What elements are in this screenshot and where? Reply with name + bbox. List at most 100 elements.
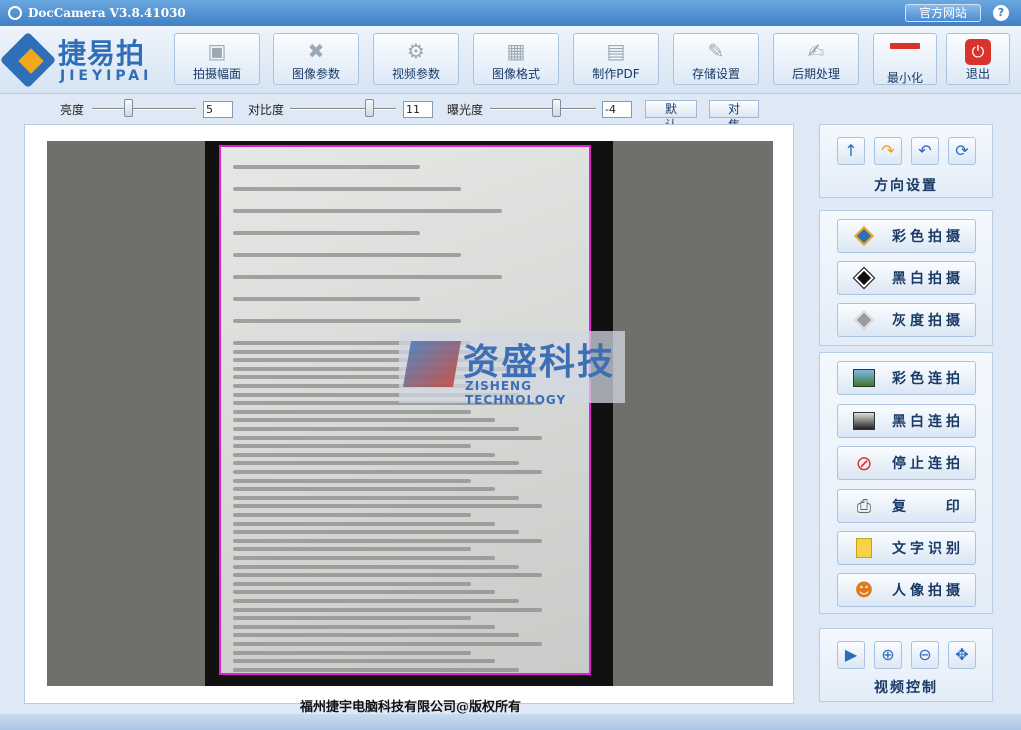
minimize-button[interactable]: 最小化 xyxy=(873,33,937,85)
document-text-line xyxy=(233,573,543,578)
document-text-line xyxy=(233,642,543,646)
video-params-label: 视频参数 xyxy=(391,67,440,81)
help-icon[interactable]: ? xyxy=(993,5,1009,21)
storage-settings-button[interactable]: ✎ 存储设置 xyxy=(673,33,759,85)
document-text-line xyxy=(233,319,461,323)
storage-icon: ✎ xyxy=(707,39,725,63)
make-pdf-button[interactable]: ▤ 制作PDF xyxy=(573,33,659,85)
contrast-slider[interactable] xyxy=(290,108,396,110)
exit-label: 退出 xyxy=(965,67,990,81)
camera-preview-panel: 资盛科技 ZISHENG TECHNOLOGY xyxy=(24,124,794,704)
copy-label: 复 印 xyxy=(892,499,970,515)
contrast-value[interactable]: 11 xyxy=(403,101,433,118)
stop-icon: ⊘ xyxy=(855,451,873,475)
ocr-label: 文字识别 xyxy=(892,541,964,557)
brightness-value[interactable]: 5 xyxy=(203,101,233,118)
window-title: DocCamera V3.8.41030 xyxy=(28,6,186,20)
document-text-line xyxy=(233,487,495,492)
image-format-button[interactable]: ▦ 图像格式 xyxy=(473,33,559,85)
exposure-slider[interactable] xyxy=(490,108,596,110)
color-burst-button[interactable]: 彩色连拍 xyxy=(837,361,976,395)
copy-button[interactable]: ⎙ 复 印 xyxy=(837,489,976,523)
document-text-line xyxy=(233,187,461,191)
document-text-line xyxy=(233,667,519,672)
exit-button[interactable]: ⏻ 退出 xyxy=(946,33,1010,85)
color-capture-button[interactable]: 彩色拍摄 xyxy=(837,219,976,253)
document-text-line xyxy=(233,607,543,612)
detected-document[interactable] xyxy=(219,145,591,675)
brightness-slider-thumb[interactable] xyxy=(124,99,133,117)
bw-burst-button[interactable]: 黑白连拍 xyxy=(837,404,976,438)
document-text-line xyxy=(233,530,519,535)
rotate-refresh-icon[interactable]: ⟳ xyxy=(948,137,976,165)
contrast-slider-thumb[interactable] xyxy=(365,99,374,117)
bw-burst-label: 黑白连拍 xyxy=(892,414,964,430)
video-camera-icon[interactable]: ▶ xyxy=(837,641,865,669)
brightness-label: 亮度 xyxy=(60,103,85,117)
gray-capture-button[interactable]: 灰度拍摄 xyxy=(837,303,976,337)
jieyipai-logo: 捷易拍 JIEYIPAI xyxy=(0,30,166,90)
focus-button[interactable]: 对 焦 xyxy=(709,100,759,132)
document-text-line xyxy=(233,504,543,509)
bw-burst-icon xyxy=(852,410,876,432)
document-text-line xyxy=(233,409,471,414)
official-site-button[interactable]: 官方网站 xyxy=(905,4,981,22)
document-text-line xyxy=(233,427,519,431)
exposure-slider-thumb[interactable] xyxy=(552,99,561,117)
document-text-line xyxy=(233,538,543,543)
make-pdf-label: 制作PDF xyxy=(592,67,640,81)
bw-capture-button[interactable]: 黑白拍摄 xyxy=(837,261,976,295)
document-text-line xyxy=(233,470,543,474)
pdf-icon: ▤ xyxy=(606,39,626,63)
logo-en: JIEYIPAI xyxy=(60,68,153,84)
document-text-line xyxy=(233,444,471,449)
status-strip xyxy=(0,714,1021,730)
document-text-line xyxy=(233,418,495,423)
document-text-line xyxy=(233,513,471,517)
exposure-value[interactable]: -4 xyxy=(602,101,632,118)
ocr-button[interactable]: 文字识别 xyxy=(837,531,976,565)
portrait-label: 人像拍摄 xyxy=(892,583,964,599)
video-params-button[interactable]: ⚙ 视频参数 xyxy=(373,33,459,85)
gears-icon: ⚙ xyxy=(407,39,425,63)
stop-burst-label: 停止连拍 xyxy=(892,456,964,472)
brightness-slider[interactable] xyxy=(92,108,196,110)
power-icon: ⏻ xyxy=(961,39,995,65)
preview-viewport[interactable]: 资盛科技 ZISHENG TECHNOLOGY xyxy=(47,141,773,686)
post-process-button[interactable]: ✍ 后期处理 xyxy=(773,33,859,85)
document-text-line xyxy=(233,165,420,169)
document-text-line xyxy=(233,650,471,655)
document-text-line xyxy=(233,478,471,483)
rotate-right-icon[interactable]: ↷ xyxy=(874,137,902,165)
watermark-cn: 资盛科技 xyxy=(463,342,616,383)
document-text-line xyxy=(233,495,519,500)
arrow-up-icon[interactable]: ↑ xyxy=(837,137,865,165)
fit-screen-icon[interactable]: ✥ xyxy=(948,641,976,669)
storage-settings-label: 存储设置 xyxy=(691,67,740,81)
document-text-line xyxy=(233,297,420,301)
document-text-line xyxy=(233,253,461,257)
image-params-button[interactable]: ✖ 图像参数 xyxy=(273,33,359,85)
minimize-label: 最小化 xyxy=(886,71,923,85)
minimize-icon xyxy=(888,43,922,67)
app-gear-icon xyxy=(8,6,22,20)
color-capture-icon xyxy=(852,225,876,247)
image-format-icon: ▦ xyxy=(506,39,526,63)
document-text-line xyxy=(233,659,495,664)
video-control-panel: ▶ ⊕ ⊖ ✥ 视频控制 xyxy=(819,628,993,702)
document-text-line xyxy=(233,275,502,279)
rotate-left-icon[interactable]: ↶ xyxy=(911,137,939,165)
document-text-line xyxy=(233,209,502,213)
zoom-in-icon[interactable]: ⊕ xyxy=(874,641,902,669)
stop-burst-button[interactable]: ⊘ 停止连拍 xyxy=(837,446,976,480)
image-params-label: 图像参数 xyxy=(291,67,340,81)
document-text-line xyxy=(233,564,519,569)
capture-area-button[interactable]: ▣ 拍摄幅面 xyxy=(174,33,260,85)
default-button[interactable]: 默 认 xyxy=(645,100,697,132)
bw-capture-icon xyxy=(852,266,876,290)
zoom-out-icon[interactable]: ⊖ xyxy=(911,641,939,669)
gray-capture-icon xyxy=(852,309,876,331)
printer-icon: ⎙ xyxy=(856,495,872,517)
portrait-button[interactable]: ☻ 人像拍摄 xyxy=(837,573,976,607)
portrait-icon: ☻ xyxy=(854,579,874,601)
